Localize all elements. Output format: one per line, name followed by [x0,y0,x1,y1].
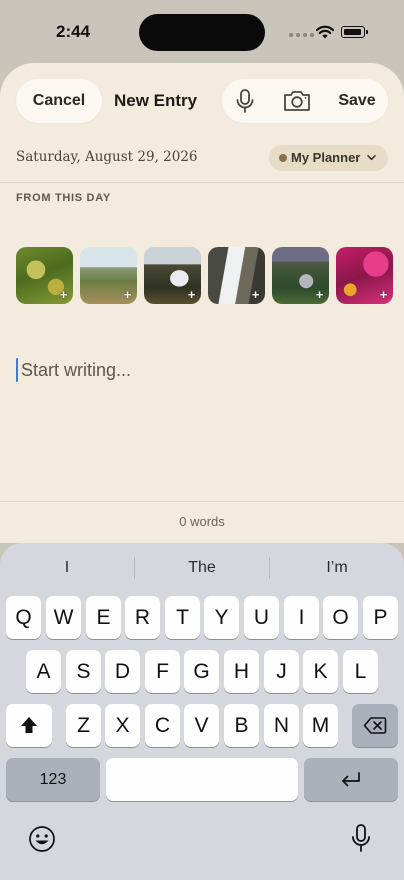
delete-icon [363,717,387,734]
key-z[interactable]: Z [66,704,101,747]
chevron-down-icon [367,155,376,161]
add-icon: + [187,287,196,302]
camera-icon[interactable] [282,89,312,113]
key-k[interactable]: K [303,650,338,693]
key-b[interactable]: B [224,704,259,747]
shift-icon [21,717,37,733]
key-a[interactable]: A [26,650,61,693]
add-icon: + [59,287,68,302]
key-x[interactable]: X [105,704,140,747]
key-j[interactable]: J [264,650,299,693]
cellular-signal-icon [289,33,314,37]
cancel-label: Cancel [32,92,86,109]
return-icon [342,772,360,787]
suggestion-2[interactable]: The [142,555,262,581]
battery-icon [341,26,368,38]
emoji-icon[interactable] [28,825,56,853]
text-cursor [16,358,18,382]
key-w[interactable]: W [46,596,81,639]
status-time: 2:44 [56,22,91,41]
planner-label: My Planner [291,150,361,165]
space-key[interactable] [106,758,298,801]
photo-thumbnail[interactable]: + [336,247,393,304]
numbers-key[interactable]: 123 [6,758,100,801]
key-u[interactable]: U [244,596,279,639]
footer-divider [0,501,404,502]
dynamic-island [139,14,265,51]
key-l[interactable]: L [343,650,378,693]
key-i[interactable]: I [284,596,319,639]
photo-thumbnail[interactable]: + [144,247,201,304]
key-y[interactable]: Y [204,596,239,639]
photo-thumbnail[interactable]: + [272,247,329,304]
suggestion-3[interactable]: I’m [277,555,397,581]
key-f[interactable]: F [145,650,180,693]
key-v[interactable]: V [184,704,219,747]
key-s[interactable]: S [66,650,101,693]
key-m[interactable]: M [303,704,338,747]
word-count: 0 words [179,514,225,529]
key-g[interactable]: G [184,650,219,693]
shift-key[interactable] [6,704,52,747]
key-n[interactable]: N [264,704,299,747]
key-o[interactable]: O [323,596,358,639]
dictation-icon[interactable] [350,823,372,853]
key-d[interactable]: D [105,650,140,693]
save-button[interactable]: Save [330,79,384,123]
add-icon: + [251,287,260,302]
microphone-icon[interactable] [232,88,258,114]
delete-key[interactable] [352,704,398,747]
key-e[interactable]: E [86,596,121,639]
key-c[interactable]: C [145,704,180,747]
wifi-icon [315,25,335,39]
add-icon: + [315,287,324,302]
page-title: New Entry [114,91,198,110]
key-r[interactable]: R [125,596,160,639]
new-entry-sheet: Cancel New Entry Save Saturday, August 2… [0,63,404,543]
key-t[interactable]: T [165,596,200,639]
add-icon: + [379,287,388,302]
suggestion-divider [269,557,270,579]
suggestion-divider [134,557,135,579]
entry-date[interactable]: Saturday, August 29, 2026 [16,149,198,165]
key-p[interactable]: P [363,596,398,639]
key-h[interactable]: H [224,650,259,693]
suggestion-1[interactable]: I [7,555,127,581]
entry-text-input[interactable]: Start writing... [21,359,131,381]
photo-thumbnail[interactable]: + [80,247,137,304]
photo-thumbnail[interactable]: + [208,247,265,304]
key-q[interactable]: Q [6,596,41,639]
add-icon: + [123,287,132,302]
from-this-day-label: FROM THIS DAY [16,192,111,204]
return-key[interactable] [304,758,398,801]
photo-thumbnail[interactable]: + [16,247,73,304]
header-divider [0,182,404,183]
status-bar: 2:44 [0,0,404,64]
planner-color-dot [279,154,287,162]
cancel-button[interactable]: Cancel [16,79,102,123]
